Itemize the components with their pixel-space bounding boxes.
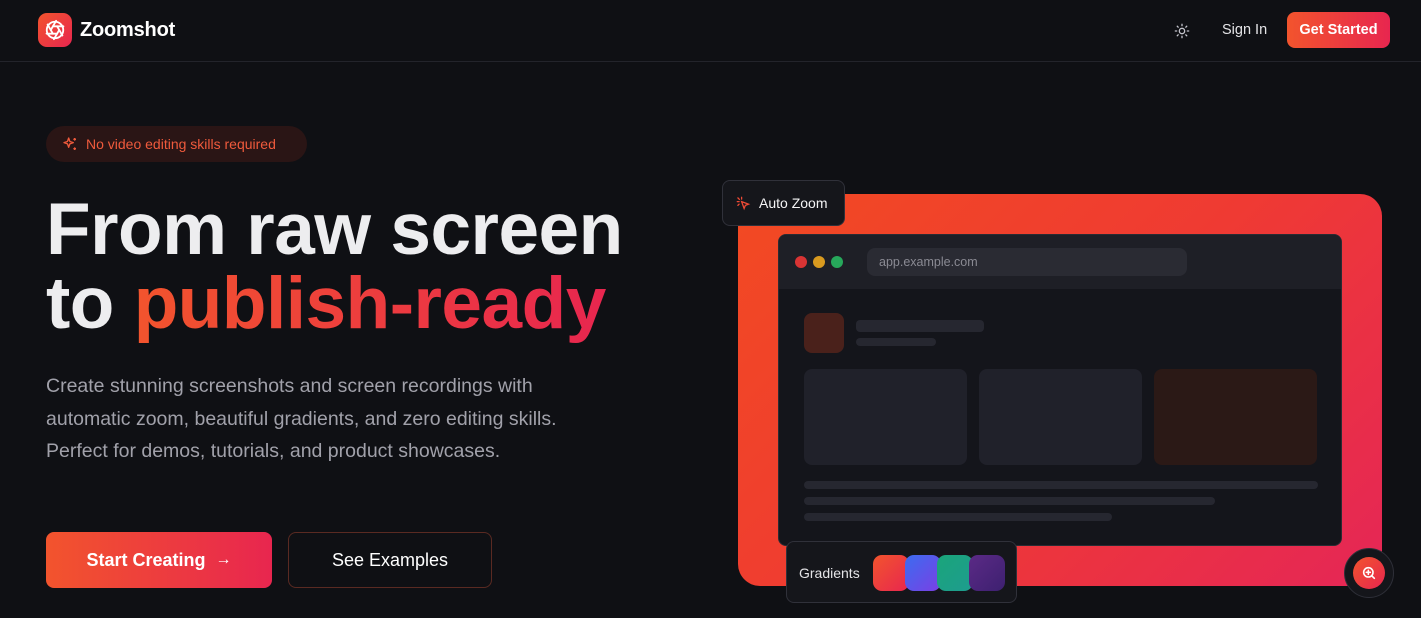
auto-zoom-chip[interactable]: Auto Zoom [722,180,845,226]
headline-line-1: From raw screen [46,189,623,270]
text-line-skeleton [804,481,1318,489]
headline-accent: publish-ready [133,263,607,344]
browser-toolbar: app.example.com [779,235,1341,289]
subtitle-skeleton [856,338,936,346]
gradient-swatch-teal-green[interactable] [937,555,973,591]
zoom-in-button[interactable] [1344,548,1394,598]
gradient-swatch-purple[interactable] [969,555,1005,591]
text-line-skeleton [804,497,1215,505]
card-skeleton-accent [1154,369,1317,465]
hero-description: Create stunning screenshots and screen r… [46,375,557,463]
see-examples-button[interactable]: See Examples [288,532,492,588]
gradients-picker: Gradients [786,541,1017,603]
start-creating-button[interactable]: Start Creating → [46,532,272,588]
arrow-right-icon: → [215,551,232,568]
avatar-skeleton [804,313,844,353]
start-creating-label: Start Creating [86,549,206,570]
gradient-swatch-red-orange[interactable] [873,555,909,591]
logo[interactable] [38,13,72,47]
sign-in-link[interactable]: Sign In [1222,22,1267,38]
zoom-in-icon [1362,566,1376,580]
card-skeleton [979,369,1142,465]
url-bar: app.example.com [867,248,1187,276]
gradients-label: Gradients [799,565,860,581]
gradient-swatch-blue-violet[interactable] [905,555,941,591]
card-skeleton [804,369,967,465]
feature-badge: No video editing skills required [46,126,307,162]
brand-name[interactable]: Zoomshot [80,19,175,42]
text-line-skeleton [804,513,1112,521]
headline-to: to [46,263,134,344]
auto-zoom-label: Auto Zoom [759,195,828,211]
cursor-click-icon [736,196,751,210]
theme-toggle-button[interactable] [1170,19,1194,43]
badge-text: No video editing skills required [86,136,276,152]
sparkles-icon [63,137,76,150]
maximize-dot [831,256,843,268]
hero-headline: From raw screen to publish-ready [46,193,623,341]
get-started-button[interactable]: Get Started [1287,12,1390,48]
minimize-dot [813,256,825,268]
zoom-button-inner [1353,557,1385,589]
top-nav: Zoomshot Sign In Get Started [0,0,1421,62]
sun-icon [1174,23,1190,39]
title-skeleton [856,320,984,332]
close-dot [795,256,807,268]
headline-line-2: to publish-ready [46,267,623,341]
aperture-icon [45,19,65,41]
browser-mockup: app.example.com [778,234,1342,546]
